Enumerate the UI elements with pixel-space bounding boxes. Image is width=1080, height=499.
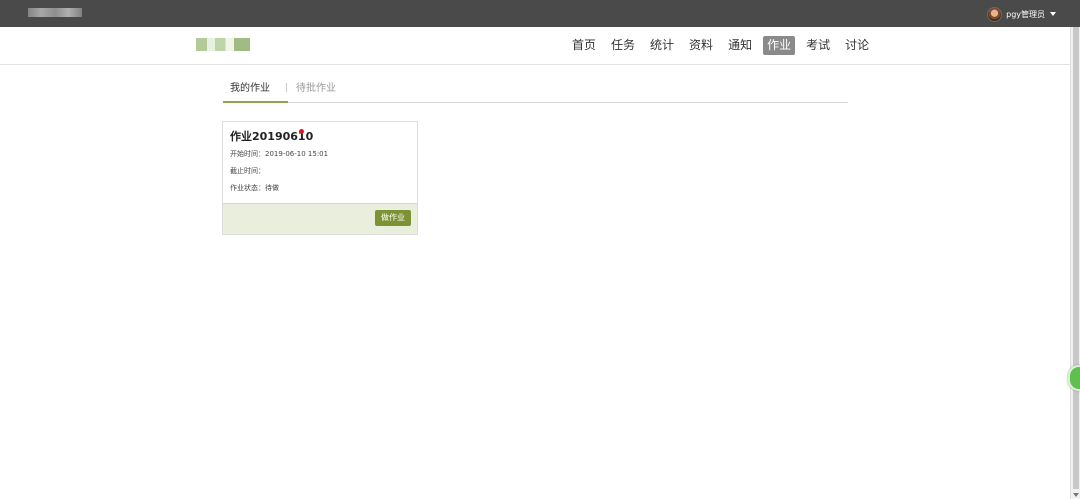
top-bar: pgy管理员 xyxy=(0,0,1080,27)
user-name[interactable]: pgy管理员 xyxy=(1006,9,1045,20)
nav-item-homework[interactable]: 作业 xyxy=(763,36,796,55)
nav-item-exams[interactable]: 考试 xyxy=(802,36,834,55)
nav-item-materials[interactable]: 资料 xyxy=(685,36,717,55)
active-tab-indicator xyxy=(223,101,288,103)
start-time: 开始时间：2019-06-10 15:01 xyxy=(230,150,329,158)
nav-item-discussion[interactable]: 讨论 xyxy=(841,36,873,55)
nav-item-home[interactable]: 首页 xyxy=(568,36,600,55)
site-header: 首页 任务 统计 资料 通知 作业 考试 讨论 xyxy=(0,27,1070,65)
site-logo[interactable] xyxy=(196,38,250,51)
homework-status: 作业状态：待做 xyxy=(230,184,279,192)
main-nav: 首页 任务 统计 资料 通知 作业 考试 讨论 xyxy=(568,36,880,55)
homework-card: 作业20190610 开始时间：2019-06-10 15:01 截止时间： 作… xyxy=(222,121,418,235)
tab-separator: | xyxy=(285,83,289,93)
blurred-logo xyxy=(28,8,82,17)
nav-item-notices[interactable]: 通知 xyxy=(724,36,756,55)
floating-help-button[interactable] xyxy=(1068,365,1080,391)
avatar[interactable] xyxy=(987,6,1003,22)
scrollbar[interactable] xyxy=(1070,27,1080,499)
homework-tabs: 我的作业 | 待批作业 xyxy=(223,78,848,103)
nav-item-tasks[interactable]: 任务 xyxy=(607,36,639,55)
chevron-down-icon[interactable] xyxy=(1050,12,1056,16)
tab-my-homework[interactable]: 我的作业 xyxy=(230,82,270,96)
user-menu[interactable]: pgy管理员 xyxy=(987,6,1056,22)
new-indicator-dot xyxy=(299,129,304,134)
nav-item-stats[interactable]: 统计 xyxy=(646,36,678,55)
end-time: 截止时间： xyxy=(230,167,265,175)
do-homework-button[interactable]: 做作业 xyxy=(375,210,411,226)
scroll-down-icon[interactable] xyxy=(1073,493,1079,497)
card-footer: 做作业 xyxy=(223,203,417,234)
tab-pending-review[interactable]: 待批作业 xyxy=(296,82,336,96)
scrollbar-thumb[interactable] xyxy=(1073,27,1079,489)
